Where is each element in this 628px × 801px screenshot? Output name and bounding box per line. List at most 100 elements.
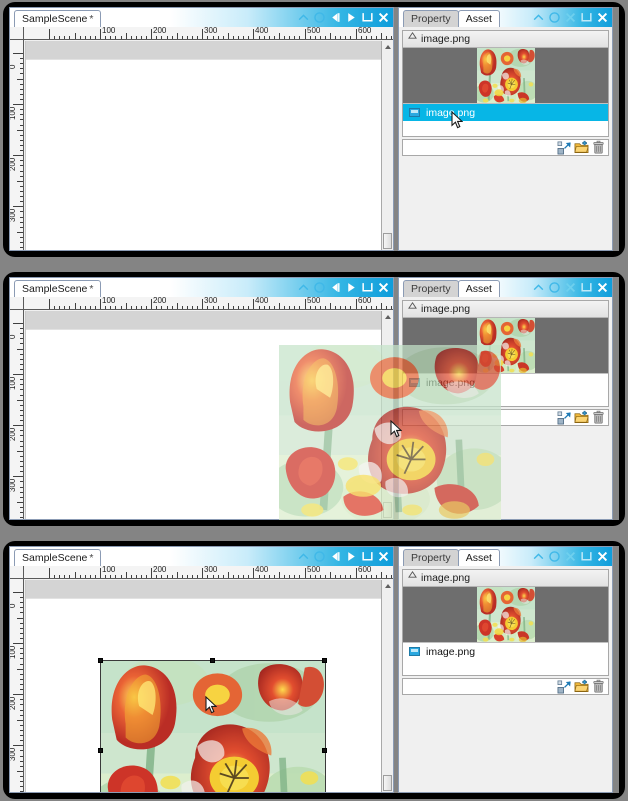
scene-vertical-scrollbar-2[interactable] — [381, 311, 393, 519]
horizontal-ruler-1: 100200300400500600700 — [24, 27, 393, 40]
asset-list-item[interactable]: image.png — [403, 374, 608, 391]
collapse-icon[interactable] — [297, 550, 310, 563]
scene-canvas-2[interactable]: Hello World!! — [25, 311, 381, 519]
asset-list-item[interactable]: image.png — [403, 643, 608, 660]
maximize-icon[interactable] — [361, 550, 374, 563]
pin-icon[interactable] — [329, 11, 342, 24]
scroll-up-arrow-icon[interactable] — [382, 312, 393, 322]
resize-handle-top-center[interactable] — [210, 658, 215, 663]
tab-property[interactable]: Property — [403, 280, 459, 297]
ruler-tick — [20, 735, 23, 736]
add-asset-folder-icon[interactable] — [574, 410, 589, 425]
tab-sample-scene[interactable]: SampleScene * — [14, 549, 102, 566]
scroll-up-arrow-icon[interactable] — [382, 42, 393, 52]
close-icon[interactable] — [377, 11, 390, 24]
asset-list-1[interactable]: image.png — [403, 104, 608, 136]
placed-image-object[interactable] — [100, 660, 326, 792]
tab-sample-scene[interactable]: SampleScene * — [14, 280, 102, 297]
asset-list-3[interactable]: image.png — [403, 643, 608, 675]
collapse-icon[interactable] — [532, 550, 545, 563]
ruler-tick — [20, 186, 23, 187]
close-x-icon[interactable] — [564, 11, 577, 24]
maximize-icon[interactable] — [580, 281, 593, 294]
tab-sample-scene[interactable]: SampleScene * — [14, 10, 102, 27]
scrollbar-thumb[interactable] — [383, 502, 392, 518]
triangle-collapse-icon[interactable] — [408, 36, 416, 42]
circle-icon[interactable] — [548, 11, 561, 24]
ruler-label: 300 — [10, 747, 17, 761]
import-asset-icon[interactable] — [557, 679, 572, 694]
maximize-icon[interactable] — [361, 281, 374, 294]
close-icon[interactable] — [596, 281, 609, 294]
tab-asset[interactable]: Asset — [457, 280, 500, 297]
play-icon[interactable] — [345, 550, 358, 563]
asset-dock-body-3: image.png image.png — [399, 566, 612, 792]
close-x-icon[interactable] — [564, 281, 577, 294]
scene-vertical-scrollbar-1[interactable] — [381, 41, 393, 250]
scene-body-1[interactable]: 100200300400500600700 0100200300 Hello W… — [10, 27, 393, 250]
circle-icon[interactable] — [548, 550, 561, 563]
scene-canvas-3[interactable]: Hello World!! — [25, 580, 381, 792]
resize-handle-middle-right[interactable] — [322, 748, 327, 753]
tab-asset[interactable]: Asset — [457, 10, 500, 27]
scrollbar-thumb[interactable] — [383, 233, 392, 249]
circle-icon[interactable] — [313, 11, 326, 24]
delete-asset-icon[interactable] — [591, 140, 606, 155]
ruler-tick — [49, 299, 50, 309]
ruler-tick — [80, 306, 81, 309]
close-icon[interactable] — [596, 550, 609, 563]
scroll-up-arrow-icon[interactable] — [382, 581, 393, 591]
scene-vertical-scrollbar-3[interactable] — [381, 580, 393, 792]
tab-asset[interactable]: Asset — [457, 549, 500, 566]
resize-handle-top-left[interactable] — [98, 658, 103, 663]
asset-list-item[interactable]: image.png — [403, 104, 608, 121]
add-asset-folder-icon[interactable] — [574, 140, 589, 155]
triangle-collapse-icon[interactable] — [408, 575, 416, 581]
collapse-icon[interactable] — [297, 281, 310, 294]
import-asset-icon[interactable] — [557, 410, 572, 425]
ruler-tick — [146, 306, 147, 309]
maximize-icon[interactable] — [580, 550, 593, 563]
canvas-surface[interactable]: Hello World!! — [26, 60, 381, 250]
collapse-icon[interactable] — [532, 11, 545, 24]
scrollbar-thumb[interactable] — [383, 775, 392, 791]
close-icon[interactable] — [596, 11, 609, 24]
delete-asset-icon[interactable] — [591, 410, 606, 425]
asset-group-header[interactable]: image.png — [403, 301, 608, 318]
canvas-surface[interactable]: Hello World!! — [26, 330, 381, 519]
tab-property[interactable]: Property — [403, 10, 459, 27]
ruler-tick — [213, 306, 214, 309]
ruler-tick — [13, 643, 23, 644]
maximize-icon[interactable] — [580, 11, 593, 24]
close-icon[interactable] — [377, 550, 390, 563]
scene-body-3[interactable]: 100200300400500600700 0100200300 Hello W… — [10, 566, 393, 792]
circle-icon[interactable] — [313, 550, 326, 563]
resize-handle-top-right[interactable] — [322, 658, 327, 663]
close-icon[interactable] — [377, 281, 390, 294]
collapse-icon[interactable] — [532, 281, 545, 294]
pin-icon[interactable] — [329, 281, 342, 294]
circle-icon[interactable] — [548, 281, 561, 294]
pin-icon[interactable] — [329, 550, 342, 563]
ruler-tick — [213, 36, 214, 39]
delete-asset-icon[interactable] — [591, 679, 606, 694]
asset-group-header[interactable]: image.png — [403, 31, 608, 48]
triangle-collapse-icon[interactable] — [408, 306, 416, 312]
circle-icon[interactable] — [313, 281, 326, 294]
ruler-tick — [279, 572, 280, 578]
asset-list-2[interactable]: image.png — [403, 374, 608, 406]
add-asset-folder-icon[interactable] — [574, 679, 589, 694]
close-x-icon[interactable] — [564, 550, 577, 563]
scene-body-2[interactable]: 100200300400500600700 0100200300 Hello W… — [10, 297, 393, 519]
maximize-icon[interactable] — [361, 11, 374, 24]
import-asset-icon[interactable] — [557, 140, 572, 155]
resize-handle-middle-left[interactable] — [98, 748, 103, 753]
scene-canvas-1[interactable]: Hello World!! — [25, 41, 381, 250]
canvas-surface[interactable]: Hello World!! — [26, 599, 381, 792]
ruler-tick — [20, 507, 23, 508]
play-icon[interactable] — [345, 281, 358, 294]
asset-group-header[interactable]: image.png — [403, 570, 608, 587]
collapse-icon[interactable] — [297, 11, 310, 24]
tab-property[interactable]: Property — [403, 549, 459, 566]
play-icon[interactable] — [345, 11, 358, 24]
